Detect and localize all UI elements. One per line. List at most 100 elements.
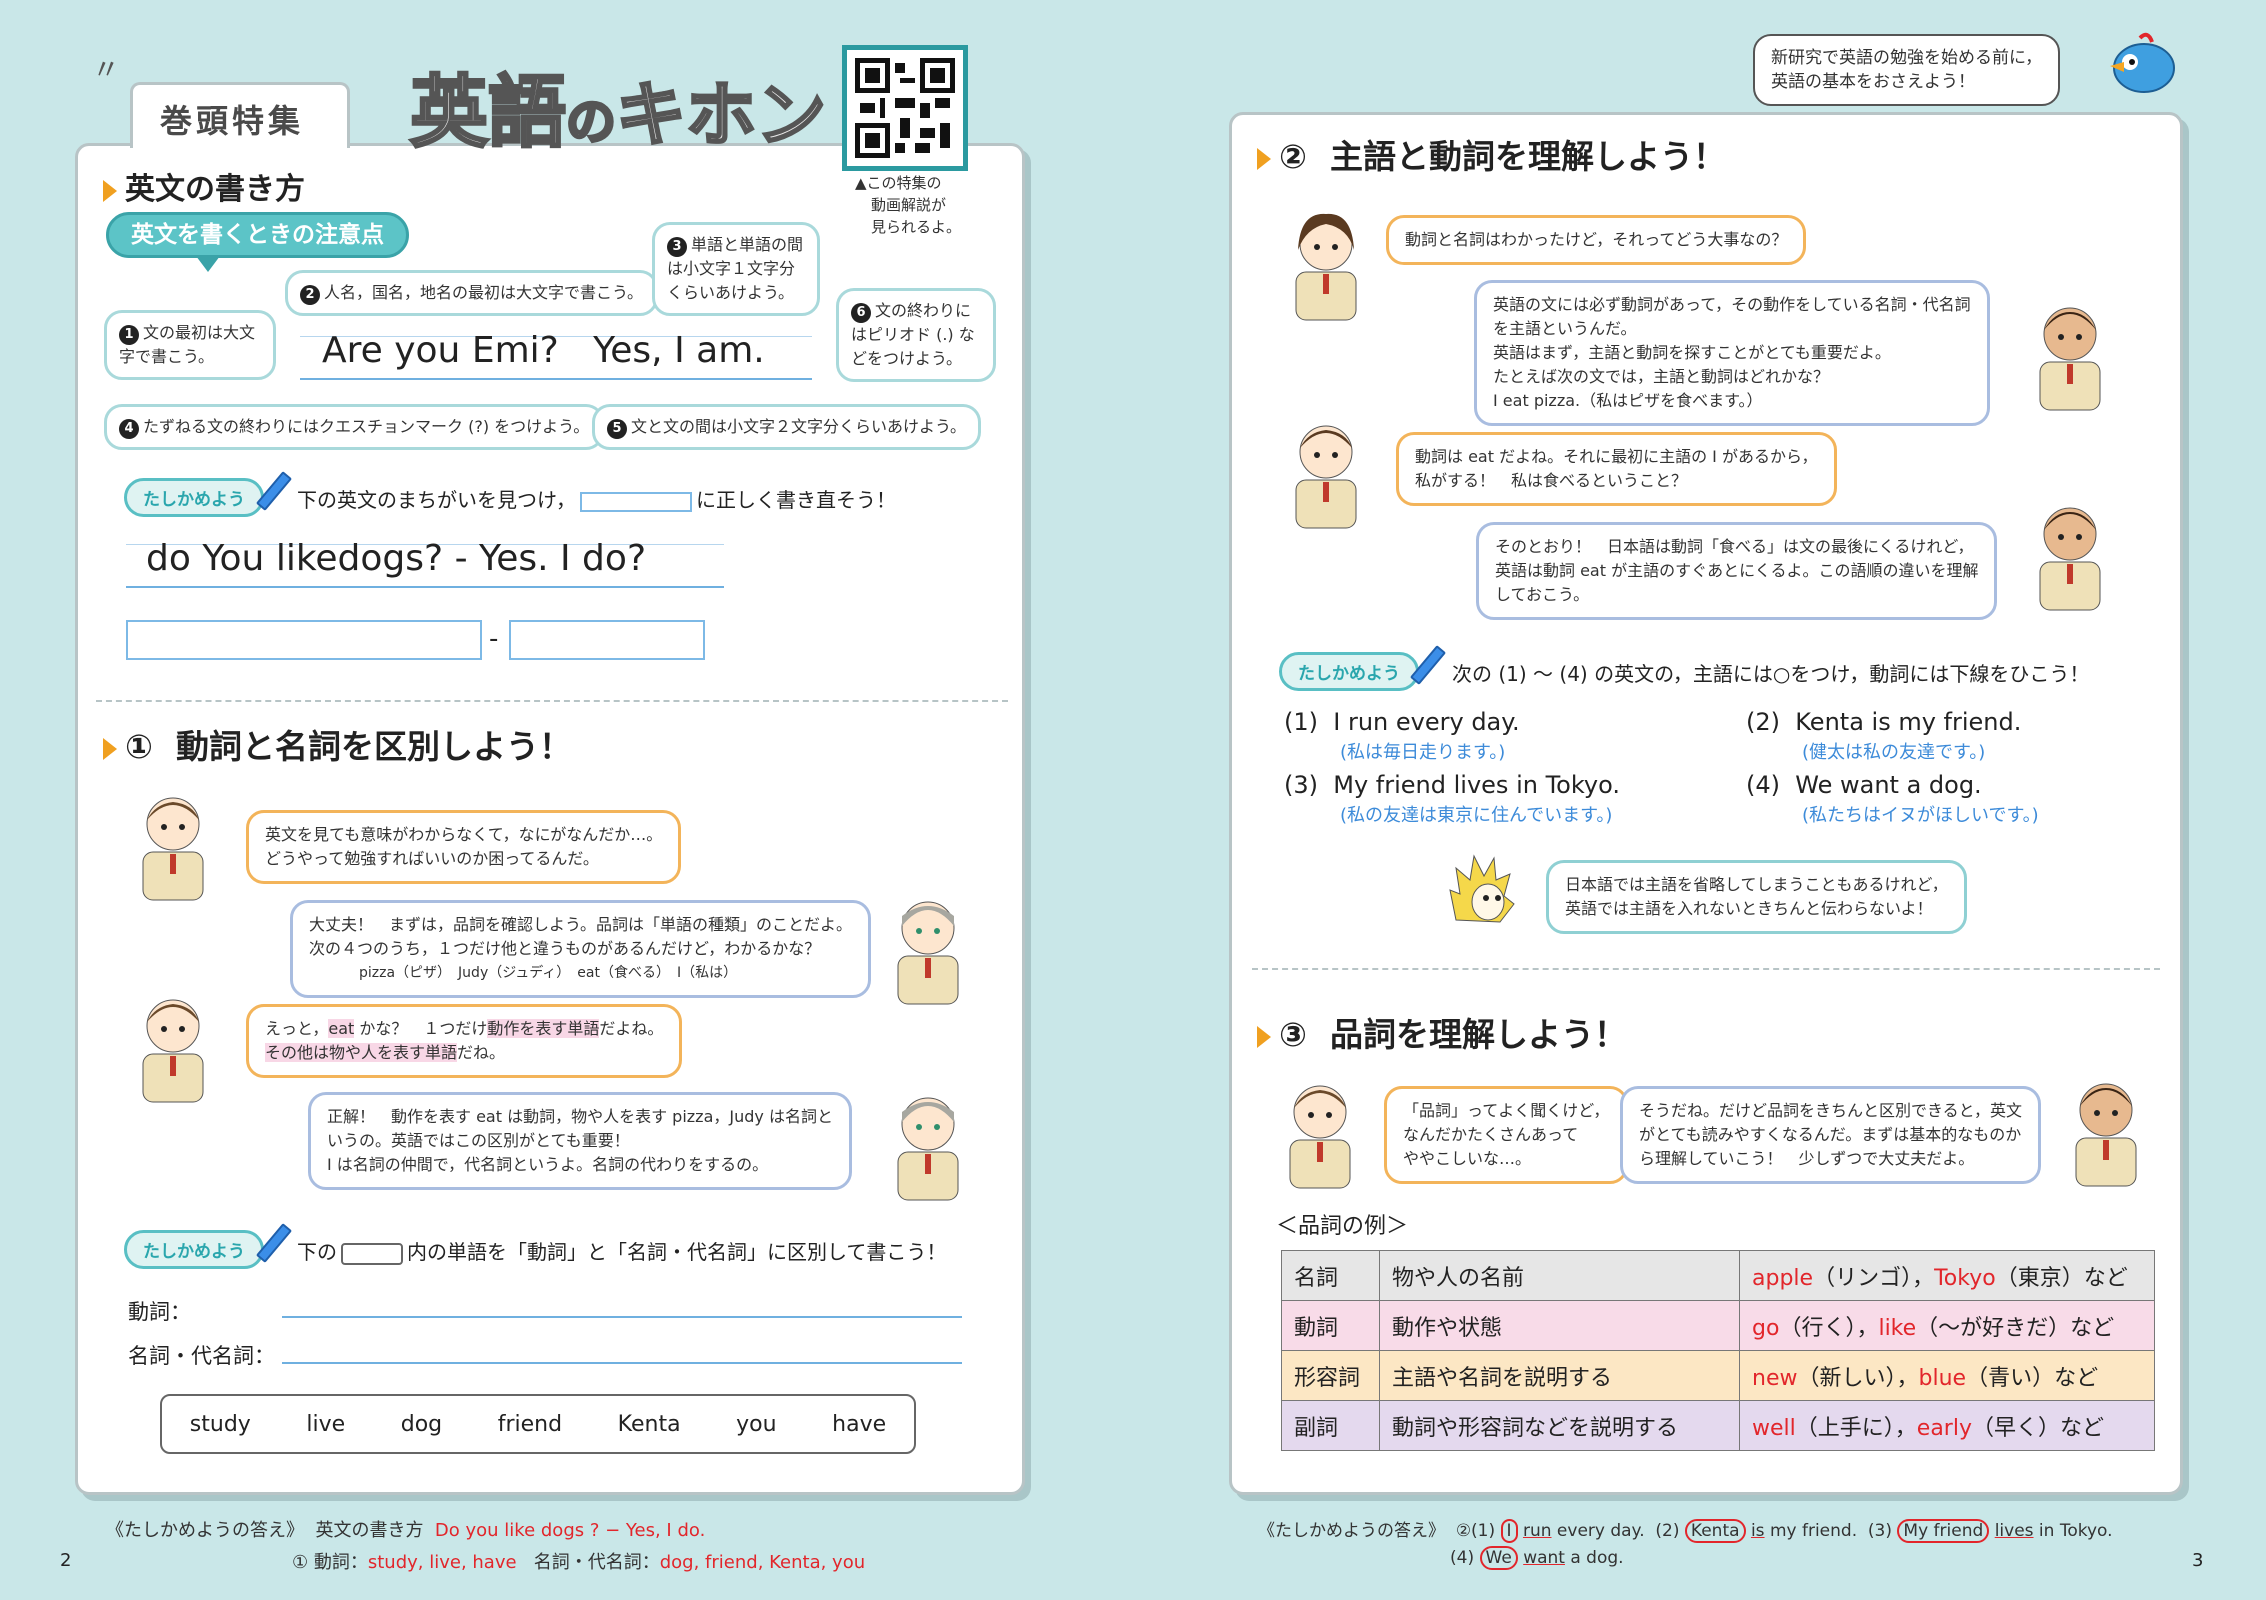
noun-label: 名詞・代名詞： <box>128 1344 275 1368</box>
ex-word: new <box>1752 1365 1798 1391</box>
example-3: (3) My friend lives in Tokyo. (私の友達は東京に住… <box>1284 771 1620 827</box>
ex1-en: I run every day. <box>1333 708 1520 736</box>
pos-cell: 副詞 <box>1281 1400 1380 1451</box>
ex4-ja: (私たちはイヌがほしいです。) <box>1802 805 2039 826</box>
ex-word: Tokyo <box>1934 1265 1996 1291</box>
triangle-marker-icon <box>103 179 117 202</box>
qr-code[interactable] <box>842 45 968 171</box>
pos-cell: 名詞 <box>1281 1250 1380 1301</box>
example-cell: apple（リンゴ），Tokyo（東京）など <box>1739 1250 2155 1301</box>
e2-line5: I eat pizza.（私はピザを食べます。） <box>1493 391 1763 410</box>
girl-avatar <box>1286 202 1366 322</box>
ans-verb-3: lives <box>1994 1521 2034 1541</box>
answer-1: Do you like dogs ? − Yes, I do. <box>434 1520 706 1541</box>
verb-label: 動詞： <box>128 1300 191 1324</box>
word-study: study <box>189 1411 251 1437</box>
q1-answer-box-1[interactable] <box>126 620 482 660</box>
ex2-en: Kenta is my friend. <box>1795 708 2022 736</box>
teacher-avatar-3 <box>2030 292 2110 412</box>
word-live: live <box>306 1411 346 1437</box>
d3b-post: だね。 <box>457 1043 506 1062</box>
rule6-note: 6 文の終わりにはピリオド (.) などをつけよう。 <box>836 288 996 382</box>
ex1-num: (1) <box>1284 708 1318 736</box>
q2-post: 内の単語を「動詞」と「名詞・代名詞」に区別して書こう！ <box>407 1240 947 1264</box>
q1-dash: - <box>489 624 499 654</box>
desc-cell: 物や人の名前 <box>1379 1250 1740 1301</box>
intro-bubble: 新研究で英語の勉強を始める前に， 英語の基本をおさえよう！ <box>1753 34 2061 106</box>
answers-2-num: ① 動詞： <box>292 1552 368 1573</box>
ex-word: blue <box>1918 1365 1967 1391</box>
ans-num-4: (4) <box>1450 1548 1475 1568</box>
noun-answer-line[interactable] <box>282 1362 962 1364</box>
table-row: 名詞 物や人の名前 apple（リンゴ），Tokyo（東京）など <box>1281 1250 2155 1301</box>
ans-subject-4: We <box>1479 1546 1518 1570</box>
q2-pre: 下の <box>297 1240 337 1264</box>
tashika-badge-3: たしかめよう <box>1279 652 1419 691</box>
qr-caption-line2: 動画解説が <box>871 196 947 214</box>
rule5-text: 文と文の間は小文字２文字分くらいあけよう。 <box>631 417 967 436</box>
num2-icon: 2 <box>300 285 320 305</box>
boy-avatar-2 <box>133 984 213 1104</box>
ans-subject-3: My friend <box>1897 1519 1990 1543</box>
word-have: have <box>832 1411 887 1437</box>
table-row: 動詞 動作や状態 go（行く），like（〜が好きだ）など <box>1281 1300 2155 1351</box>
answers-heading: 《たしかめようの答え》 <box>106 1520 304 1541</box>
table-row: 形容詞 主語や名詞を説明する new（新しい），blue（青い）など <box>1281 1350 2155 1401</box>
ex4-num: (4) <box>1746 771 1780 799</box>
table-caption: ＜品詞の例＞ <box>1276 1214 1409 1239</box>
ans-num-1: ②(1) <box>1455 1521 1496 1541</box>
word-you: you <box>736 1411 777 1437</box>
dialog-1: 英文を見ても意味がわからなくて，なにがなんだか…。 どうやって勉強すればいいのか… <box>246 810 682 884</box>
title-rest: キホン <box>615 73 828 158</box>
dialog-e2: 英語の文には必ず動詞があって，その動作をしている名詞・代名詞 を主語というんだ。… <box>1474 280 1990 426</box>
parts-of-speech-table: 名詞 物や人の名前 apple（リンゴ），Tokyo（東京）など 動詞 動作や状… <box>1281 1250 2155 1451</box>
section-writing-title: 英文の書き方 <box>125 172 305 207</box>
dialog-2-line1: 大丈夫！ まずは，品詞を確認しよう。品詞は「単語の種類」のことだよ。 <box>309 915 853 934</box>
num6-icon: 6 <box>851 303 871 323</box>
bird-mascot <box>2100 30 2180 102</box>
rule1-text: 文の最初は大文字で書こう。 <box>119 323 256 366</box>
qr-code-graphic <box>855 58 955 158</box>
q1-instruction-b: に正しく書き直そう！ <box>696 488 896 512</box>
rule4-note: 4 たずねる文の終わりにはクエスチョンマーク (?) をつけよう。 <box>104 404 605 450</box>
d3b-hl: その他は物や人を表す単語 <box>265 1043 458 1062</box>
ex-word: go <box>1752 1315 1780 1341</box>
rule1-note: 1 文の最初は大文字で書こう。 <box>104 310 276 380</box>
ex-gloss: （行く）， <box>1779 1315 1879 1341</box>
q1-answer-box-sample <box>580 491 692 512</box>
ex3-num: (3) <box>1284 771 1318 799</box>
ans-rest-1: every day. <box>1551 1521 1645 1541</box>
dialog-3: えっと，eat かな？ １つだけ動作を表す単語だよね。 その他は物や人を表す単語… <box>246 1004 683 1078</box>
triangle-marker-icon <box>1257 1025 1271 1048</box>
sample-sentence: Are you Emi? Yes, I am. <box>322 330 765 371</box>
teacher-avatar <box>888 886 968 1006</box>
divider-left <box>96 700 1008 702</box>
rules-title-ribbon: 英文を書くときの注意点 <box>106 212 409 258</box>
word-kenta: Kenta <box>617 1411 681 1437</box>
e4-line1: そのとおり！ 日本語は動詞「食べる」は文の最後にくるけれど， <box>1495 537 1974 556</box>
ex3-ja: (私の友達は東京に住んでいます。) <box>1340 805 1613 826</box>
example-4: (4) We want a dog. (私たちはイヌがほしいです。) <box>1746 771 2039 827</box>
ex2-num: (2) <box>1746 708 1780 736</box>
ex-gloss: （新しい）， <box>1797 1365 1919 1391</box>
d3-hl: eat <box>328 1019 355 1038</box>
dialog-f2: そうだね。だけど品詞をきちんと区別できると，英文 がとても読みやすくなるんだ。ま… <box>1620 1086 2042 1184</box>
rule3-note: 3 単語と単語の間は小文字１文字分くらいあけよう。 <box>652 222 820 316</box>
section-writing-heading: 英文の書き方 <box>103 164 305 208</box>
hedgehog-bubble: 日本語では主語を省略してしまうこともあるけれど， 英語では主語を入れないときちん… <box>1546 860 1967 934</box>
ans-verb-2: is <box>1750 1521 1765 1541</box>
q2-box-sample <box>341 1242 403 1265</box>
dialog-f1: 「品詞」ってよく聞くけど， なんだかたくさんあって ややこしいな…。 <box>1384 1086 1629 1184</box>
dialog-e3: 動詞は eat だよね。それに最初に主語の I があるから， 私がする！ 私は食… <box>1396 432 1837 506</box>
rule3-text: 単語と単語の間は小文字１文字分くらいあけよう。 <box>667 235 804 302</box>
ex-word: apple <box>1752 1265 1814 1291</box>
answers-heading-right: 《たしかめようの答え》 <box>1258 1521 1445 1541</box>
example-1: (1) I run every day. (私は毎日走ります。) <box>1284 708 1520 764</box>
q1-answer-box-2[interactable] <box>509 620 705 660</box>
ex4-en: We want a dog. <box>1795 771 1982 799</box>
section3-num: ③ <box>1279 1015 1307 1054</box>
verb-answer-line[interactable] <box>282 1316 962 1318</box>
ex-gloss: （早く）など <box>1971 1415 2104 1441</box>
rule4-text: たずねる文の終わりにはクエスチョンマーク (?) をつけよう。 <box>143 417 590 436</box>
ans-rest-3: in Tokyo. <box>2033 1521 2113 1541</box>
